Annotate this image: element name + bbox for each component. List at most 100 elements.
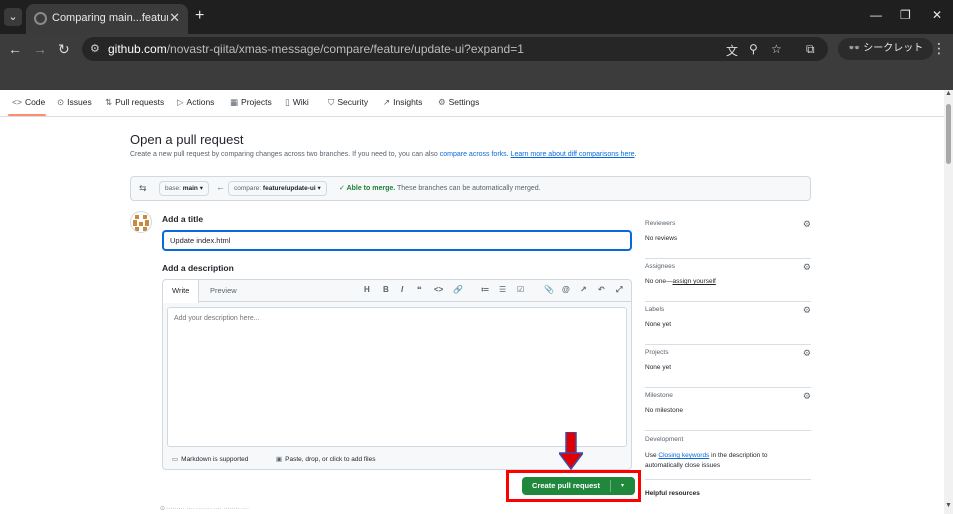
base-branch-select[interactable]: base: main ▾: [159, 181, 209, 196]
cross-reference-icon[interactable]: ↗: [580, 285, 587, 294]
tab-projects[interactable]: ▦ Projects: [230, 97, 272, 108]
assignees-gear-icon[interactable]: ⚙: [803, 262, 811, 273]
create-options-dropdown-icon[interactable]: ▾: [610, 477, 635, 495]
left-arrow-icon: ←: [216, 182, 225, 192]
quote-icon[interactable]: ❝: [417, 285, 422, 294]
sidebar-assignees: Assignees ⚙ No one—assign yourself: [645, 259, 811, 302]
tab-close-icon[interactable]: ✕: [169, 10, 180, 26]
reviewers-gear-icon[interactable]: ⚙: [803, 219, 811, 230]
lens-icon[interactable]: ⧉: [806, 42, 815, 57]
sidebar-development: Development Use Closing keywords in the …: [645, 432, 811, 480]
code-icon: <>: [12, 97, 22, 107]
image-icon: ▣: [276, 456, 283, 463]
projects-value: None yet: [645, 364, 672, 371]
tab-wiki[interactable]: ▯ Wiki: [285, 97, 309, 108]
shield-icon: ⛉: [328, 97, 335, 107]
link-icon[interactable]: 🔗: [453, 285, 463, 294]
pull-request-icon: ⇅: [105, 97, 113, 107]
bookmark-star-icon[interactable]: ☆: [771, 42, 782, 56]
gear-icon: ⚙: [438, 97, 446, 107]
tab-security[interactable]: ⛉ Security: [328, 97, 368, 108]
browser-menu-icon[interactable]: ⋮: [932, 40, 946, 57]
heading-icon[interactable]: H: [364, 285, 370, 294]
address-bar[interactable]: ⚙ github.com/novastr-qiita/xmas-message/…: [82, 37, 828, 61]
pr-title-input[interactable]: [162, 230, 632, 251]
incognito-indicator[interactable]: 👓 シークレット: [838, 38, 934, 60]
compare-forks-link[interactable]: compare across forks.: [440, 151, 509, 158]
description-textarea[interactable]: [167, 307, 627, 447]
title-label: Add a title: [162, 214, 204, 224]
back-button[interactable]: ←: [8, 41, 22, 57]
preview-tab[interactable]: Preview: [201, 280, 246, 302]
site-info-icon[interactable]: ⚙: [90, 42, 100, 55]
window-close-button[interactable]: ✕: [932, 8, 942, 22]
markdown-note[interactable]: ▭ Markdown is supported: [172, 455, 248, 463]
page-title: Open a pull request: [130, 132, 244, 147]
restore-button[interactable]: ❐: [900, 8, 911, 22]
tab-issues[interactable]: ⊙ Issues: [57, 97, 92, 108]
attach-files-note[interactable]: ▣ Paste, drop, or click to add files: [276, 455, 375, 463]
zoom-icon[interactable]: ⚲: [749, 42, 758, 56]
tab-code[interactable]: <> Code: [12, 97, 45, 107]
browser-tabbar: ⌄ Comparing main...feature/update-ui ✕ +…: [0, 0, 953, 34]
markdown-icon: ▭: [172, 456, 179, 463]
write-tab[interactable]: Write: [163, 280, 200, 303]
page-scrollbar[interactable]: ▲ ▼: [944, 90, 953, 514]
translate-icon[interactable]: 文: [726, 42, 738, 59]
editor-tabs: Write Preview H B I ❝ <> 🔗 ≔ ☰ ☑ 📎 @ ↗ ↶…: [163, 280, 631, 303]
repo-nav: <> Code ⊙ Issues ⇅ Pull requests ▷ Actions ▦…: [0, 90, 944, 117]
mention-icon[interactable]: @: [562, 285, 570, 294]
task-list-icon[interactable]: ☑: [517, 285, 524, 294]
new-tab-button[interactable]: +: [195, 7, 204, 25]
github-favicon-icon: [34, 12, 47, 25]
tab-pull-requests[interactable]: ⇅ Pull requests: [105, 97, 164, 108]
closing-keywords-link[interactable]: Closing keywords: [658, 452, 709, 459]
page-subtitle: Create a new pull request by comparing c…: [130, 151, 637, 158]
bulleted-list-icon[interactable]: ☰: [499, 285, 506, 294]
milestone-gear-icon[interactable]: ⚙: [803, 391, 811, 402]
tab-search-button[interactable]: ⌄: [4, 8, 22, 26]
bottom-footer-text: ⊙ ········· ···· ········ ···· ········ …: [160, 506, 249, 511]
sidebar-reviewers: Reviewers ⚙ No reviews: [645, 216, 811, 259]
milestone-value: No milestone: [645, 407, 683, 414]
branch-compare-bar: ⇆ base: main ▾ ← compare: feature/update…: [130, 176, 811, 201]
graph-icon: ↗: [383, 97, 391, 107]
undo-icon[interactable]: ↶: [598, 285, 605, 294]
scroll-down-icon[interactable]: ▼: [945, 502, 952, 509]
labels-gear-icon[interactable]: ⚙: [803, 305, 811, 316]
url-text[interactable]: github.com/novastr-qiita/xmas-message/co…: [108, 42, 524, 56]
tab-settings[interactable]: ⚙ Settings: [438, 97, 479, 108]
avatar: [130, 211, 152, 233]
helpful-resources-heading: Helpful resources: [645, 490, 700, 497]
numbered-list-icon[interactable]: ≔: [481, 285, 490, 294]
italic-icon[interactable]: I: [401, 285, 403, 294]
code-icon[interactable]: <>: [434, 285, 443, 294]
scrollbar-thumb[interactable]: [946, 104, 951, 164]
browser-toolbar: ← → ↻ ⚙ github.com/novastr-qiita/xmas-me…: [0, 34, 953, 90]
attach-icon[interactable]: 📎: [544, 285, 554, 294]
compare-branch-select[interactable]: compare: feature/update-ui ▾: [228, 181, 327, 196]
forward-button[interactable]: →: [33, 41, 47, 57]
minimize-button[interactable]: —: [870, 8, 882, 22]
projects-heading: Projects: [645, 349, 669, 356]
tab-title: Comparing main...feature/update-ui: [52, 12, 168, 24]
sidebar-labels: Labels ⚙ None yet: [645, 302, 811, 345]
reload-button[interactable]: ↻: [58, 41, 70, 58]
compare-arrows-icon: ⇆: [139, 183, 147, 193]
sidebar-milestone: Milestone ⚙ No milestone: [645, 388, 811, 431]
tab-actions[interactable]: ▷ Actions: [177, 97, 214, 108]
create-pull-request-button[interactable]: Create pull request ▾: [522, 477, 635, 495]
bold-icon[interactable]: B: [383, 285, 389, 294]
scroll-up-icon[interactable]: ▲: [945, 90, 952, 97]
labels-value: None yet: [645, 321, 672, 328]
fullscreen-icon[interactable]: ⤢: [616, 285, 622, 295]
learn-more-link[interactable]: Learn more about diff comparisons here: [511, 151, 635, 158]
check-icon: ✓: [339, 185, 347, 192]
assign-yourself-link[interactable]: assign yourself: [672, 278, 715, 285]
book-icon: ▯: [285, 97, 290, 107]
projects-gear-icon[interactable]: ⚙: [803, 348, 811, 359]
browser-tab[interactable]: Comparing main...feature/update-ui ✕: [26, 4, 188, 34]
labels-heading: Labels: [645, 306, 665, 313]
create-pull-request-label[interactable]: Create pull request: [522, 477, 610, 495]
tab-insights[interactable]: ↗ Insights: [383, 97, 422, 108]
